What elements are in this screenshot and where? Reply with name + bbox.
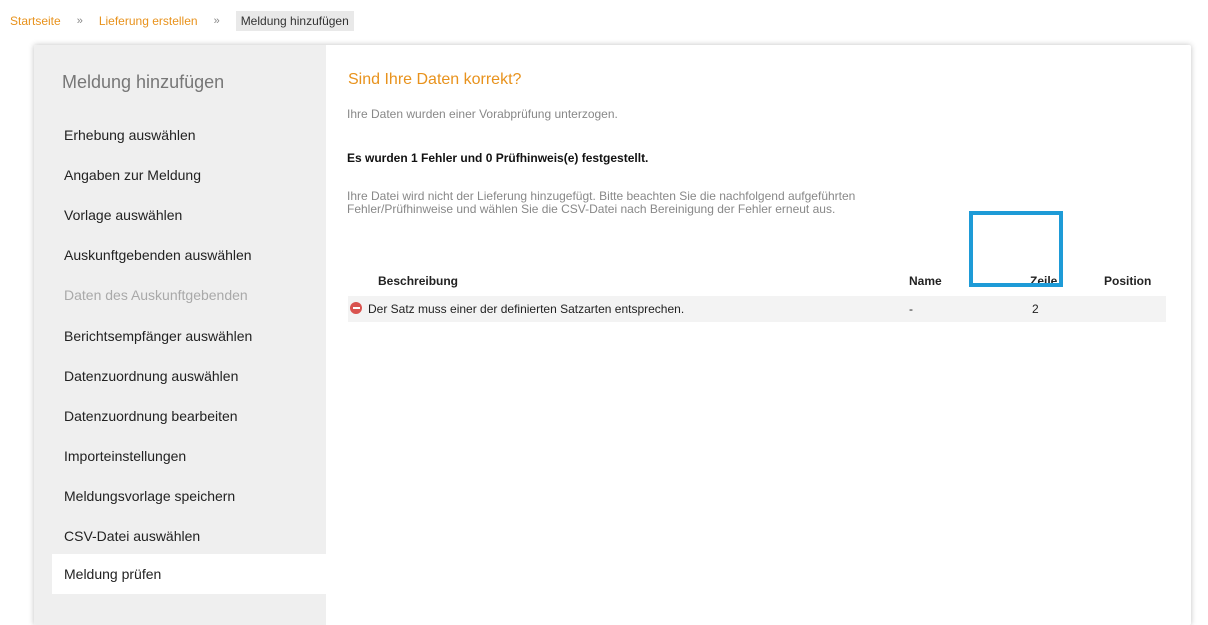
wizard-panel: Meldung hinzufügen Erhebung auswählen An… bbox=[34, 45, 1191, 625]
info-text: Ihre Daten wurden einer Vorabprüfung unt… bbox=[347, 107, 618, 121]
column-header-name: Name bbox=[909, 274, 942, 288]
wizard-sidebar: Meldung hinzufügen Erhebung auswählen An… bbox=[34, 45, 326, 625]
warning-text: Ihre Datei wird nicht der Lieferung hinz… bbox=[347, 189, 856, 216]
validation-summary: Es wurden 1 Fehler und 0 Prüfhinweis(e) … bbox=[347, 151, 649, 165]
validation-table: Beschreibung Name Zeile Position Der Sat… bbox=[348, 266, 1166, 322]
step-erhebung-auswaehlen[interactable]: Erhebung auswählen bbox=[52, 115, 326, 155]
breadcrumb-separator: » bbox=[213, 15, 220, 27]
table-row: Der Satz muss einer der definierten Satz… bbox=[348, 296, 1166, 322]
step-daten-des-auskunftgebenden: Daten des Auskunftgebenden bbox=[64, 287, 248, 303]
error-icon bbox=[350, 302, 362, 314]
step-importeinstellungen[interactable]: Importeinstellungen bbox=[52, 436, 326, 476]
step-auskunftgebenden-auswaehlen[interactable]: Auskunftgebenden auswählen bbox=[52, 235, 326, 275]
step-meldungsvorlage-speichern[interactable]: Meldungsvorlage speichern bbox=[52, 476, 326, 516]
step-csv-datei-auswaehlen[interactable]: CSV-Datei auswählen bbox=[52, 516, 326, 556]
row-name: - bbox=[909, 302, 913, 316]
row-line: 2 bbox=[1032, 302, 1039, 316]
column-header-description: Beschreibung bbox=[378, 274, 459, 288]
row-description: Der Satz muss einer der definierten Satz… bbox=[368, 302, 685, 316]
breadcrumb-link-delivery[interactable]: Lieferung erstellen bbox=[99, 14, 198, 28]
page-title: Sind Ihre Daten korrekt? bbox=[348, 71, 522, 88]
breadcrumb-separator: » bbox=[76, 15, 83, 27]
table-header: Beschreibung Name Zeile Position bbox=[348, 266, 1166, 296]
breadcrumb-current: Meldung hinzufügen bbox=[235, 11, 354, 31]
sidebar-title: Meldung hinzufügen bbox=[62, 72, 225, 92]
step-angaben-zur-meldung[interactable]: Angaben zur Meldung bbox=[52, 155, 326, 195]
step-vorlage-auswaehlen[interactable]: Vorlage auswählen bbox=[52, 195, 326, 235]
step-berichtsempfaenger-auswaehlen[interactable]: Berichtsempfänger auswählen bbox=[52, 316, 326, 356]
column-header-position: Position bbox=[1104, 274, 1152, 288]
breadcrumb: Startseite » Lieferung erstellen » Meldu… bbox=[0, 10, 354, 32]
main-content: Sind Ihre Daten korrekt? Ihre Daten wurd… bbox=[326, 45, 1191, 625]
column-header-line: Zeile bbox=[1030, 274, 1058, 288]
step-datenzuordnung-bearbeiten[interactable]: Datenzuordnung bearbeiten bbox=[52, 396, 326, 436]
step-datenzuordnung-auswaehlen[interactable]: Datenzuordnung auswählen bbox=[52, 356, 326, 396]
breadcrumb-link-home[interactable]: Startseite bbox=[10, 14, 61, 28]
step-meldung-pruefen[interactable]: Meldung prüfen bbox=[52, 554, 326, 594]
